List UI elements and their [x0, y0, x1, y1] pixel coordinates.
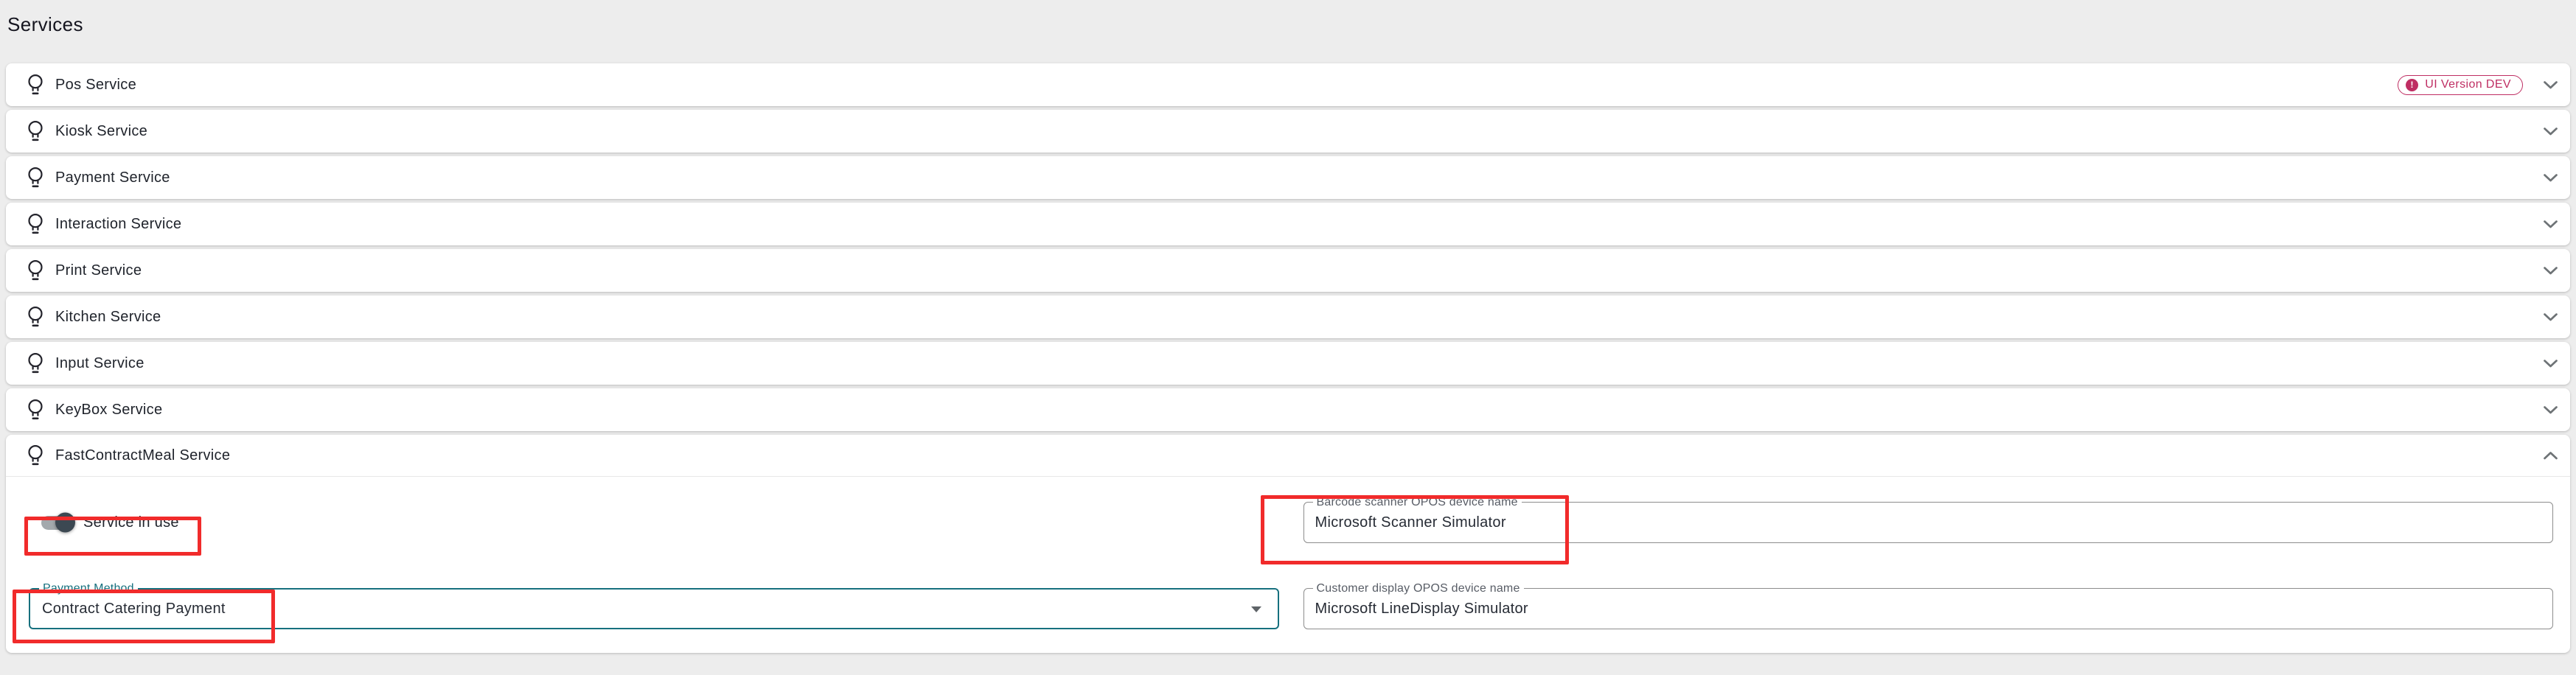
service-in-use-row: Service in use: [29, 502, 1279, 543]
payment-method-value: Contract Catering Payment: [30, 590, 1278, 628]
panel-header-input-service[interactable]: Input Service: [6, 342, 2570, 385]
fastcontractmeal-settings: Service in use Barcode scanner OPOS devi…: [6, 477, 2570, 653]
panel-pos-service: Pos Service ! UI Version DEV: [6, 63, 2570, 106]
panel-print-service: Print Service: [6, 249, 2570, 292]
lightbulb-icon: [27, 399, 43, 422]
panel-header-keybox-service[interactable]: KeyBox Service: [6, 388, 2570, 431]
panel-header-fastcontractmeal-service[interactable]: FastContractMeal Service: [6, 435, 2570, 477]
barcode-scanner-label: Barcode scanner OPOS device name: [1313, 495, 1522, 509]
panel-title: Kiosk Service: [55, 123, 147, 140]
service-in-use-label: Service in use: [83, 514, 179, 531]
panel-title: Interaction Service: [55, 216, 181, 233]
dropdown-arrow-icon: [1251, 606, 1261, 612]
panel-interaction-service: Interaction Service: [6, 203, 2570, 245]
panel-input-service: Input Service: [6, 342, 2570, 385]
lightbulb-icon: [27, 352, 43, 375]
lightbulb-icon: [27, 259, 43, 282]
lightbulb-icon: [27, 213, 43, 236]
lightbulb-icon: [27, 444, 43, 467]
chevron-down-icon: [2543, 80, 2558, 90]
chevron-down-icon: [2543, 127, 2558, 136]
panel-payment-service: Payment Service: [6, 156, 2570, 199]
panel-header-kitchen-service[interactable]: Kitchen Service: [6, 295, 2570, 338]
chevron-down-icon: [2543, 173, 2558, 183]
panel-title: Pos Service: [55, 77, 136, 94]
toggle-thumb: [55, 513, 75, 533]
panel-title: Kitchen Service: [55, 309, 161, 326]
error-icon: !: [2406, 79, 2418, 91]
services-page: Services Pos Service ! UI Version DEV Ki…: [0, 13, 2576, 653]
panel-title: FastContractMeal Service: [55, 447, 230, 464]
badge-label: UI Version DEV: [2425, 78, 2511, 91]
lightbulb-icon: [27, 120, 43, 143]
barcode-scanner-field: Barcode scanner OPOS device name: [1303, 502, 2554, 543]
panel-header-interaction-service[interactable]: Interaction Service: [6, 203, 2570, 245]
lightbulb-icon: [27, 167, 43, 189]
panel-header-print-service[interactable]: Print Service: [6, 249, 2570, 292]
chevron-down-icon: [2543, 359, 2558, 368]
lightbulb-icon: [27, 306, 43, 329]
chevron-down-icon: [2543, 266, 2558, 276]
panel-keybox-service: KeyBox Service: [6, 388, 2570, 431]
panel-fastcontractmeal-service: FastContractMeal Service Service in use …: [6, 435, 2570, 653]
panel-title: Payment Service: [55, 169, 170, 186]
page-title: Services: [7, 13, 2570, 35]
customer-display-label: Customer display OPOS device name: [1313, 581, 1524, 595]
panel-title: Input Service: [55, 355, 145, 372]
ui-version-badge: ! UI Version DEV: [2398, 75, 2523, 95]
chevron-down-icon: [2543, 405, 2558, 415]
panel-header-payment-service[interactable]: Payment Service: [6, 156, 2570, 199]
customer-display-field: Customer display OPOS device name: [1303, 588, 2554, 629]
panel-kitchen-service: Kitchen Service: [6, 295, 2570, 338]
panel-kiosk-service: Kiosk Service: [6, 110, 2570, 153]
chevron-down-icon: [2543, 220, 2558, 229]
payment-method-label: Payment Method: [39, 581, 138, 595]
chevron-down-icon: [2543, 312, 2558, 322]
service-in-use-toggle[interactable]: [41, 516, 74, 530]
payment-method-select[interactable]: Payment Method Contract Catering Payment: [29, 588, 1279, 629]
panel-title: KeyBox Service: [55, 402, 162, 419]
chevron-up-icon: [2543, 451, 2558, 461]
lightbulb-icon: [27, 74, 43, 97]
panel-header-pos-service[interactable]: Pos Service ! UI Version DEV: [6, 63, 2570, 106]
panel-header-kiosk-service[interactable]: Kiosk Service: [6, 110, 2570, 153]
panel-title: Print Service: [55, 262, 142, 279]
